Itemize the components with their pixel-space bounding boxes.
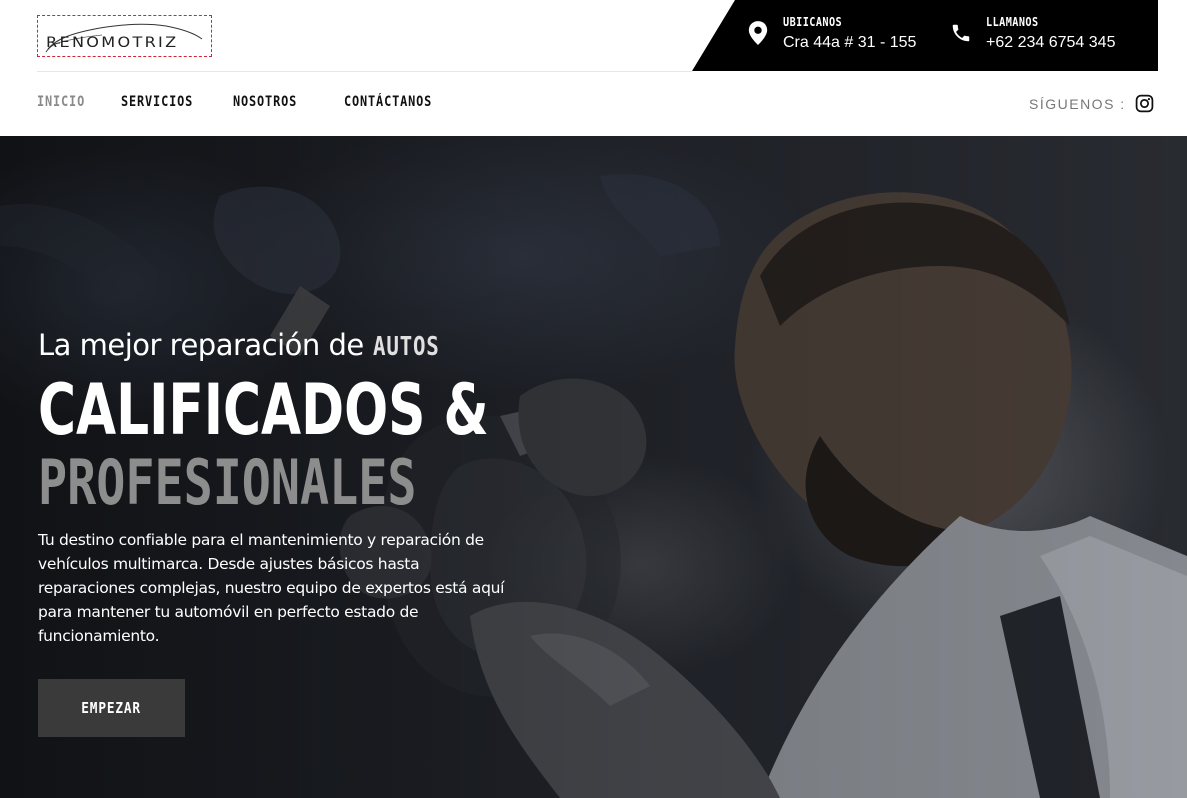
nav-item-nosotros[interactable]: NOSOTROS xyxy=(233,94,297,110)
nav-item-inicio[interactable]: INICIO xyxy=(37,94,85,110)
hero-title-secondary: PROFESIONALES xyxy=(38,446,417,519)
location-label: UBIICANOS xyxy=(783,15,843,29)
hero-subtitle-prefix: La mejor reparación de xyxy=(38,328,373,362)
brand-name: RENOMOTRIZ xyxy=(46,35,179,51)
map-pin-icon xyxy=(748,21,768,45)
location-value: Cra 44a # 31 - 155 xyxy=(783,34,917,51)
instagram-icon[interactable] xyxy=(1135,94,1154,113)
phone-value[interactable]: +62 234 6754 345 xyxy=(986,32,1115,54)
hero-title-primary: CALIFICADOS & xyxy=(38,369,489,451)
phone-label: LLAMANOS xyxy=(986,15,1039,29)
contact-location: UBIICANOS Cra 44a # 31 - 155 xyxy=(747,14,916,54)
nav-item-contactanos[interactable]: CONTÁCTANOS xyxy=(344,94,432,110)
logo[interactable]: RENOMOTRIZ xyxy=(37,15,212,57)
contact-phone: LLAMANOS +62 234 6754 345 xyxy=(950,14,1115,54)
phone-icon xyxy=(952,24,970,42)
top-bar: RENOMOTRIZ UBIICANOS Cra 44a # 31 - 155 … xyxy=(0,0,1187,72)
start-button[interactable]: EMPEZAR xyxy=(38,679,185,737)
social-label: SÍGUENOS : xyxy=(1029,96,1126,112)
hero-section: La mejor reparación de AUTOS CALIFICADOS… xyxy=(0,136,1187,798)
nav-item-servicios[interactable]: SERVICIOS xyxy=(121,94,193,110)
start-button-label: EMPEZAR xyxy=(81,699,142,717)
contact-info-block: UBIICANOS Cra 44a # 31 - 155 LLAMANOS +6… xyxy=(692,0,1158,71)
hero-subtitle-accent: AUTOS xyxy=(372,332,440,362)
main-nav: INICIO SERVICIOS NOSOTROS CONTÁCTANOS SÍ… xyxy=(0,72,1187,136)
hero-subtitle: La mejor reparación de AUTOS xyxy=(38,328,456,362)
hero-description: Tu destino confiable para el mantenimien… xyxy=(38,531,505,645)
